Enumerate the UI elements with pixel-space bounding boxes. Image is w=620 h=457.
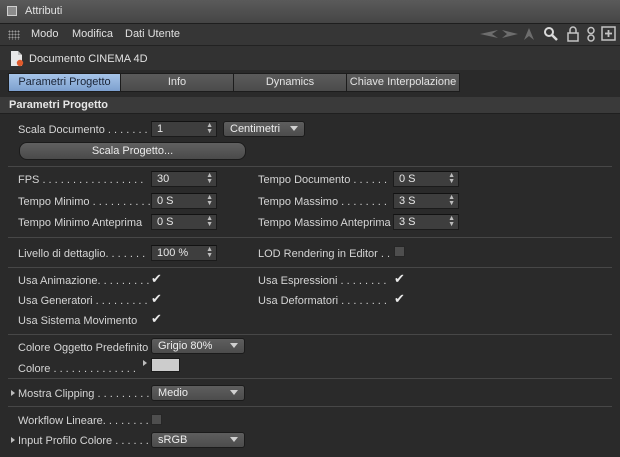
divider [8,267,612,268]
menu-dati-utente[interactable]: Dati Utente [125,28,180,40]
tempo-minimo-label: Tempo Minimo . . . . . . . . . . [18,196,151,208]
window-title: Attributi [25,5,63,17]
usa-animazione-checkbox[interactable]: ✔ [151,272,162,285]
tab-parametri-progetto[interactable]: Parametri Progetto [8,73,121,92]
colore-oggetto-dropdown[interactable]: Grigio 80% [151,338,245,354]
tab-chiave-interpolazione[interactable]: Chiave Interpolazione [346,73,460,92]
stepper-arrows-icon[interactable]: ▲ ▼ [206,246,213,259]
window-titlebar: Attributi [0,0,620,24]
document-title: Documento CINEMA 4D [29,53,148,65]
scala-documento-input[interactable]: 1 ▲ ▼ [151,121,217,137]
section-header: Parametri Progetto [0,97,620,114]
divider [8,334,612,335]
tempo-massimo-label: Tempo Massimo . . . . . . . . [258,196,387,208]
menu-modifica[interactable]: Modifica [72,28,113,40]
usa-espressioni-label: Usa Espressioni . . . . . . . . [258,275,387,287]
workflow-lineare-checkbox[interactable] [151,414,162,425]
stepper-arrows-icon[interactable]: ▲ ▼ [206,122,213,135]
stepper-arrows-icon[interactable]: ▲ ▼ [448,172,455,185]
usa-deformatori-label: Usa Deformatori . . . . . . . . [258,295,387,307]
fps-label: FPS . . . . . . . . . . . . . . . . . [18,174,144,186]
livello-dettaglio-label: Livello di dettaglio. . . . . . . [18,248,146,260]
lock-icon[interactable] [566,26,580,42]
lod-rendering-checkbox[interactable] [394,246,405,257]
input-profilo-colore-label: Input Profilo Colore . . . . . . . [18,435,155,447]
tempo-documento-label: Tempo Documento . . . . . . [258,174,387,186]
colore-oggetto-label: Colore Oggetto Predefinito [18,342,149,354]
divider [8,166,612,167]
menu-modo[interactable]: Modo [31,28,59,40]
input-profilo-colore-dropdown[interactable]: sRGB [151,432,245,448]
document-header: Documento CINEMA 4D [0,46,620,70]
tempo-massimo-input[interactable]: 3 S ▲ ▼ [393,193,459,209]
usa-animazione-label: Usa Animazione. . . . . . . . . [18,275,150,287]
stepper-arrows-icon[interactable]: ▲ ▼ [206,194,213,207]
mostra-clipping-label: Mostra Clipping . . . . . . . . . [18,388,150,400]
menubar: Modo Modifica Dati Utente [0,24,620,46]
tab-dynamics[interactable]: Dynamics [233,73,347,92]
lod-rendering-label: LOD Rendering in Editor . . [258,248,391,260]
expand-arrow-icon[interactable] [11,437,15,443]
tempo-minimo-anteprima-input[interactable]: 0 S ▲ ▼ [151,214,217,230]
usa-sistema-movimento-checkbox[interactable]: ✔ [151,312,162,325]
usa-generatori-label: Usa Generatori . . . . . . . . . [18,295,148,307]
divider [8,237,612,238]
section-title: Parametri Progetto [9,99,109,111]
scala-progetto-button[interactable]: Scala Progetto... [19,142,246,160]
unit-dropdown[interactable]: Centimetri [223,121,305,137]
usa-generatori-checkbox[interactable]: ✔ [151,292,162,305]
expand-arrow-icon[interactable] [11,390,15,396]
tempo-minimo-anteprima-label: Tempo Minimo Anteprima [18,217,143,229]
livello-dettaglio-input[interactable]: 100 % ▲ ▼ [151,245,217,261]
chevron-down-icon [230,437,238,442]
colore-label: Colore . . . . . . . . . . . . . . [18,363,136,375]
tempo-minimo-input[interactable]: 0 S ▲ ▼ [151,193,217,209]
panel-icon [7,6,17,16]
usa-sistema-movimento-label: Usa Sistema Movimento [18,315,138,327]
tempo-documento-input[interactable]: 0 S ▲ ▼ [393,171,459,187]
usa-espressioni-checkbox[interactable]: ✔ [394,272,405,285]
document-icon [11,51,24,67]
divider [8,406,612,407]
tempo-massimo-anteprima-label: Tempo Massimo Anteprima [258,217,391,229]
chevron-down-icon [230,390,238,395]
tab-info[interactable]: Info [120,73,234,92]
chevron-down-icon [230,343,238,348]
forward-arrow-icon[interactable] [500,27,520,41]
up-arrow-icon[interactable] [521,26,537,42]
expand-arrow-icon[interactable] [143,360,147,366]
color-swatch[interactable] [151,358,180,372]
workflow-lineare-label: Workflow Lineare. . . . . . . . [18,415,149,427]
stepper-arrows-icon[interactable]: ▲ ▼ [448,215,455,228]
link-icon[interactable] [585,26,597,43]
scala-documento-label: Scala Documento . . . . . . . [18,124,148,136]
fps-input[interactable]: 30 ▲ ▼ [151,171,217,187]
tempo-massimo-anteprima-input[interactable]: 3 S ▲ ▼ [393,214,459,230]
search-icon[interactable] [543,26,559,42]
back-arrow-icon[interactable] [474,27,500,41]
stepper-arrows-icon[interactable]: ▲ ▼ [206,172,213,185]
new-panel-icon[interactable] [601,26,616,42]
grip-handle-icon[interactable] [8,30,20,40]
usa-deformatori-checkbox[interactable]: ✔ [394,292,405,305]
divider [8,378,612,379]
chevron-down-icon [290,126,298,131]
stepper-arrows-icon[interactable]: ▲ ▼ [206,215,213,228]
mostra-clipping-dropdown[interactable]: Medio [151,385,245,401]
stepper-arrows-icon[interactable]: ▲ ▼ [448,194,455,207]
